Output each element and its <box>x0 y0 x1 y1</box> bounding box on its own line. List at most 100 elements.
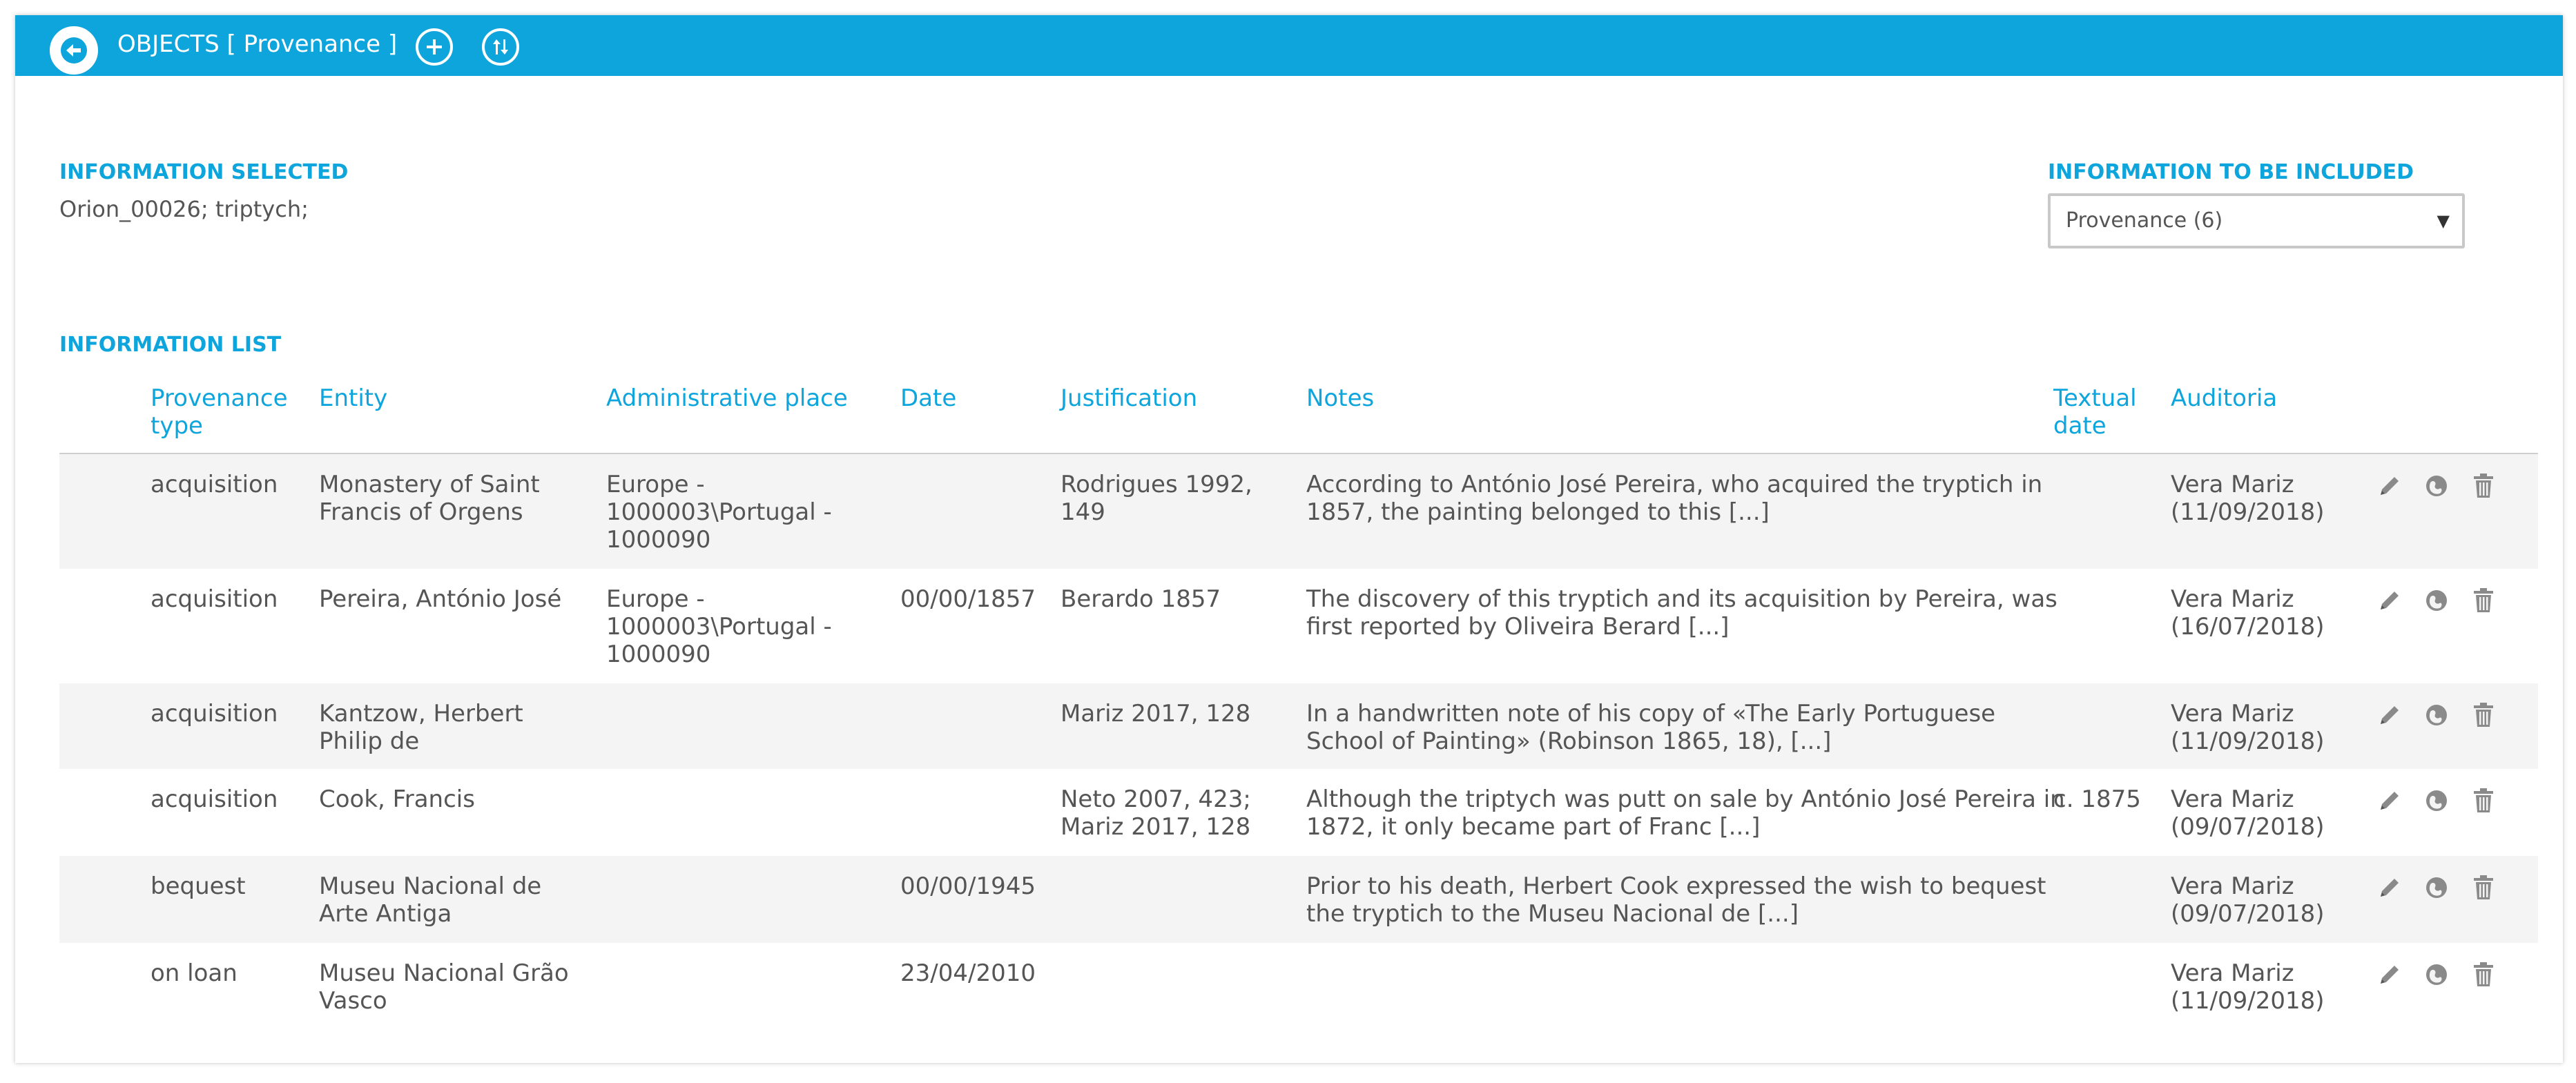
cell-notes: Prior to his death, Herbert Cook express… <box>1306 872 2046 928</box>
information-list-label: INFORMATION LIST <box>59 333 282 357</box>
table-row[interactable]: acquisition Cook, Francis Neto 2007, 423; … <box>59 769 2538 856</box>
pencil-icon <box>2381 477 2399 495</box>
sort-arrows-icon <box>493 39 508 55</box>
row-actions <box>2376 874 2497 901</box>
col-entity[interactable]: Entity <box>319 384 387 412</box>
globe-icon <box>2426 590 2447 611</box>
back-button[interactable] <box>50 26 98 75</box>
edit-button[interactable] <box>2376 701 2403 729</box>
information-included-value: Provenance (6) <box>2066 208 2223 233</box>
cell-date: 00/00/1857 <box>900 585 1036 613</box>
sort-button[interactable] <box>482 28 519 66</box>
cell-justification: Mariz 2017, 128 <box>1061 700 1251 728</box>
cell-auditoria: Vera Mariz (16/07/2018) <box>2171 585 2325 641</box>
cell-auditoria: Vera Mariz (11/09/2018) <box>2171 959 2325 1015</box>
cell-textual-date: c. 1875 <box>2053 786 2141 813</box>
col-date[interactable]: Date <box>900 384 956 412</box>
trash-icon <box>2474 875 2493 899</box>
plus-icon <box>427 39 442 55</box>
information-selected-label: INFORMATION SELECTED <box>59 160 349 184</box>
delete-button[interactable] <box>2470 961 2497 988</box>
cell-provenance-type: acquisition <box>151 786 278 813</box>
cell-justification: Rodrigues 1992, 149 <box>1061 471 1252 526</box>
row-actions <box>2376 472 2497 500</box>
col-auditoria[interactable]: Auditoria <box>2171 384 2277 412</box>
table-row[interactable]: acquisition Monastery of Saint Francis of… <box>59 454 2538 569</box>
information-selected-value: Orion_00026; triptych; <box>59 196 309 222</box>
cell-provenance-type: acquisition <box>151 471 278 498</box>
web-button[interactable] <box>2423 472 2450 500</box>
cell-auditoria: Vera Mariz (09/07/2018) <box>2171 872 2325 928</box>
cell-entity: Monastery of Saint Francis of Orgens <box>319 471 540 526</box>
cell-justification: Neto 2007, 423; Mariz 2017, 128 <box>1061 786 1251 841</box>
cell-entity: Cook, Francis <box>319 786 475 813</box>
top-bar: OBJECTS [ Provenance ] <box>15 15 2563 76</box>
pencil-icon <box>2381 792 2399 810</box>
globe-icon <box>2426 964 2447 985</box>
table-row[interactable]: bequest Museu Nacional de Arte Antiga 00/0… <box>59 856 2538 943</box>
cell-entity: Museu Nacional Grão Vasco <box>319 959 569 1015</box>
globe-icon <box>2426 476 2447 496</box>
cell-provenance-type: acquisition <box>151 585 278 613</box>
pencil-icon <box>2381 592 2399 609</box>
web-button[interactable] <box>2423 701 2450 729</box>
row-actions <box>2376 961 2497 988</box>
trash-icon <box>2474 788 2493 812</box>
pencil-icon <box>2381 706 2399 724</box>
trash-icon <box>2474 588 2493 612</box>
web-button[interactable] <box>2423 587 2450 614</box>
cell-entity: Kantzow, Herbert Philip de <box>319 700 523 755</box>
edit-button[interactable] <box>2376 874 2403 901</box>
edit-button[interactable] <box>2376 787 2403 814</box>
trash-icon <box>2474 962 2493 986</box>
delete-button[interactable] <box>2470 472 2497 500</box>
globe-icon <box>2426 877 2447 898</box>
delete-button[interactable] <box>2470 587 2497 614</box>
col-provenance-type[interactable]: Provenance type <box>151 384 288 440</box>
col-notes[interactable]: Notes <box>1306 384 1374 412</box>
cell-auditoria: Vera Mariz (11/09/2018) <box>2171 471 2325 526</box>
cell-auditoria: Vera Mariz (09/07/2018) <box>2171 786 2325 841</box>
web-button[interactable] <box>2423 874 2450 901</box>
web-button[interactable] <box>2423 787 2450 814</box>
web-button[interactable] <box>2423 961 2450 988</box>
table-row[interactable]: on loan Museu Nacional Grão Vasco 23/04/20… <box>59 943 2538 1030</box>
col-textual-date[interactable]: Textual date <box>2053 384 2137 440</box>
information-included-select[interactable]: Provenance (6) ▼ <box>2048 193 2465 248</box>
cell-date: 23/04/2010 <box>900 959 1036 987</box>
pencil-icon <box>2381 879 2399 897</box>
cell-provenance-type: bequest <box>151 872 246 900</box>
cell-auditoria: Vera Mariz (11/09/2018) <box>2171 700 2325 755</box>
cell-notes: According to António José Pereira, who a… <box>1306 471 2043 526</box>
arrow-left-icon <box>61 37 87 64</box>
edit-button[interactable] <box>2376 587 2403 614</box>
edit-button[interactable] <box>2376 472 2403 500</box>
row-actions <box>2376 787 2497 814</box>
page-title: OBJECTS [ Provenance ] <box>117 30 398 58</box>
edit-button[interactable] <box>2376 961 2403 988</box>
cell-entity: Museu Nacional de Arte Antiga <box>319 872 542 928</box>
row-actions <box>2376 701 2497 729</box>
delete-button[interactable] <box>2470 874 2497 901</box>
delete-button[interactable] <box>2470 787 2497 814</box>
cell-entity: Pereira, António José <box>319 585 562 613</box>
cell-justification: Berardo 1857 <box>1061 585 1221 613</box>
delete-button[interactable] <box>2470 701 2497 729</box>
cell-administrative-place: Europe - 1000003\Portugal - 1000090 <box>606 471 832 554</box>
cell-provenance-type: on loan <box>151 959 238 987</box>
cell-notes: In a handwritten note of his copy of «Th… <box>1306 700 1996 755</box>
table-row[interactable]: acquisition Pereira, António José Europe -… <box>59 569 2538 683</box>
information-included-label: INFORMATION TO BE INCLUDED <box>2048 160 2414 184</box>
cell-provenance-type: acquisition <box>151 700 278 728</box>
cell-notes: Although the triptych was putt on sale b… <box>1306 786 2065 841</box>
table-row[interactable]: acquisition Kantzow, Herbert Philip de Mar… <box>59 683 2538 769</box>
row-actions <box>2376 587 2497 614</box>
trash-icon <box>2474 703 2493 727</box>
globe-icon <box>2426 790 2447 811</box>
col-administrative-place[interactable]: Administrative place <box>606 384 848 412</box>
app-window: OBJECTS [ Provenance ] INFORMATION SELEC… <box>15 15 2563 1063</box>
cell-notes: The discovery of this tryptich and its a… <box>1306 585 2057 641</box>
add-button[interactable] <box>416 28 453 66</box>
globe-icon <box>2426 705 2447 725</box>
col-justification[interactable]: Justification <box>1061 384 1197 412</box>
